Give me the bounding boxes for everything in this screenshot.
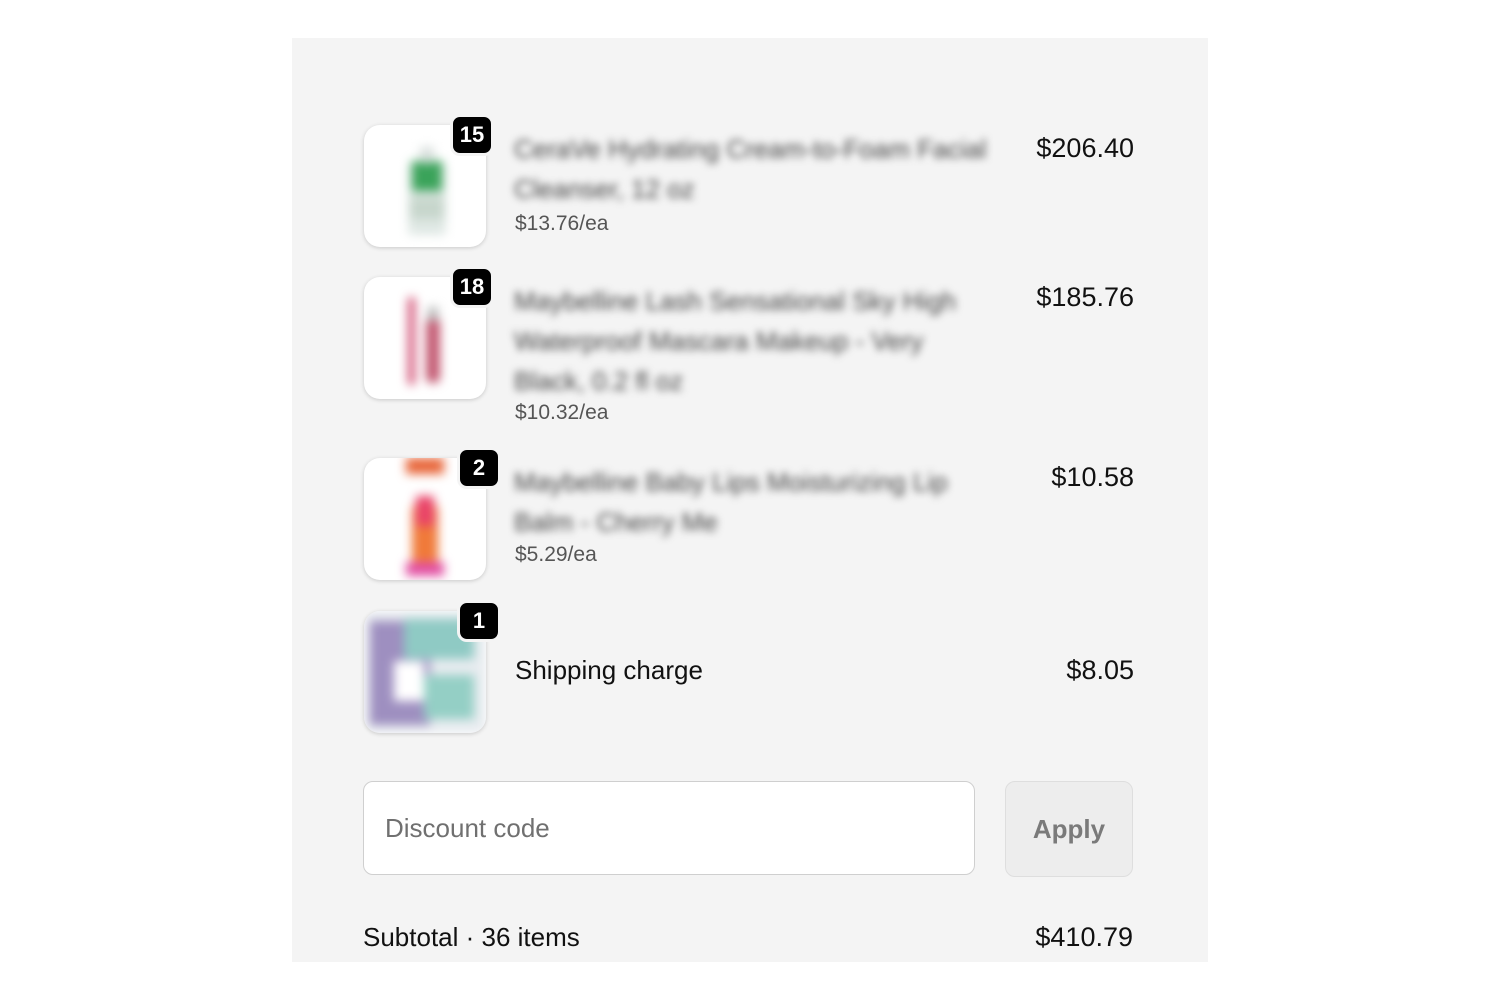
line-total: $206.40 (1036, 133, 1134, 163)
line-item: 18 Maybelline Lash Sensational Sky High … (364, 266, 1134, 467)
shipping-total: $8.05 (1066, 655, 1134, 685)
product-name: Maybelline Lash Sensational Sky High Wat… (514, 286, 957, 396)
line-item: 15 CeraVe Hydrating Cream-to-Foam Facial… (364, 114, 1134, 275)
line-item: 2 Maybelline Baby Lips Moisturizing Lip … (364, 447, 1134, 608)
quantity-badge: 15 (450, 114, 494, 156)
discount-code-input[interactable] (363, 781, 975, 875)
quantity-badge: 18 (450, 266, 494, 308)
order-summary-panel: 15 CeraVe Hydrating Cream-to-Foam Facial… (292, 38, 1208, 962)
unit-price: $5.29/ea (515, 543, 597, 566)
product-name: Maybelline Baby Lips Moisturizing Lip Ba… (514, 467, 948, 537)
shipping-label: Shipping charge (515, 655, 703, 685)
subtotal-label: Subtotal · 36 items (363, 922, 580, 952)
unit-price: $10.32/ea (515, 401, 609, 424)
line-total: $185.76 (1036, 282, 1134, 312)
product-name: CeraVe Hydrating Cream-to-Foam Facial Cl… (514, 134, 987, 204)
unit-price: $13.76/ea (515, 212, 609, 235)
quantity-badge: 2 (457, 447, 501, 489)
quantity-badge: 1 (457, 600, 501, 642)
line-total: $10.58 (1051, 462, 1134, 492)
apply-discount-button[interactable]: Apply (1005, 781, 1133, 877)
subtotal-value: $410.79 (1035, 922, 1133, 952)
shipping-line-item: 1 Shipping charge $8.05 (364, 600, 1134, 741)
